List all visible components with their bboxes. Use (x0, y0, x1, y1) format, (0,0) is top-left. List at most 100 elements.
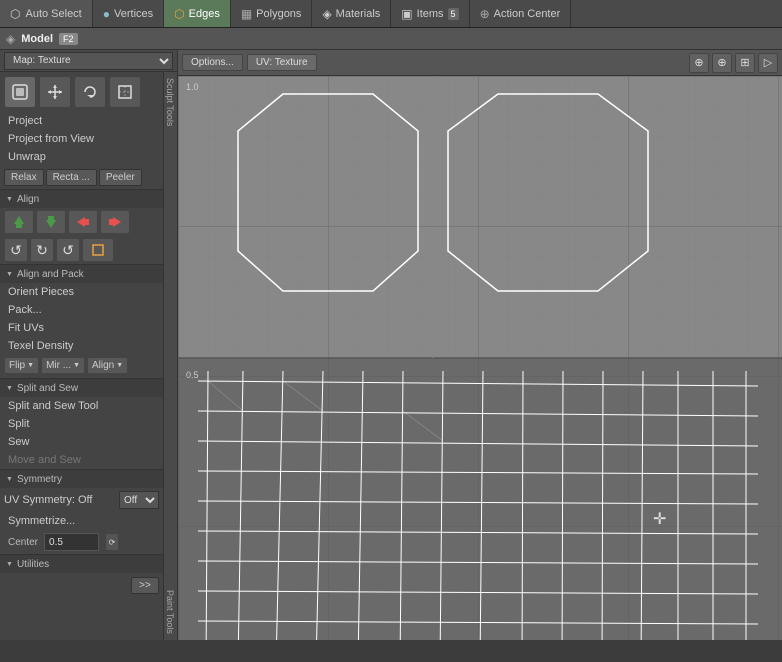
topbar-item-items[interactable]: ▣ Items 5 (391, 0, 469, 27)
map-row: Map: Texture Map: UV (0, 50, 177, 72)
topbar-item-vertices[interactable]: ● Vertices (93, 0, 164, 27)
recta-button[interactable]: Recta ... (46, 169, 97, 186)
rotate-buttons-row: ↺ ↻ ↺ (0, 236, 163, 264)
options-button[interactable]: Options... (182, 54, 243, 71)
split-sew-header[interactable]: ▼ Split and Sew (0, 379, 163, 397)
align-triangle: ▼ (6, 196, 13, 203)
action-center-icon: ⊕ (480, 7, 490, 21)
align-section-header[interactable]: ▼ Align (0, 190, 163, 208)
expand-button[interactable]: >> (131, 577, 159, 594)
topbar-item-auto-select[interactable]: ⬡ Auto Select (0, 0, 93, 27)
sew-item[interactable]: Sew (0, 433, 163, 451)
utilities-section: ▼ Utilities >> (0, 555, 163, 598)
sculpt-tools-tab[interactable]: Sculpt Tools (164, 72, 177, 132)
split-sew-label: Split and Sew (17, 383, 78, 394)
tool-icon-move[interactable] (39, 76, 71, 108)
tool-icons-row (0, 72, 163, 112)
edges-label: Edges (189, 8, 220, 20)
topbar-item-polygons[interactable]: ▦ Polygons (231, 0, 313, 27)
topbar: ⬡ Auto Select ● Vertices ⬡ Edges ▦ Polyg… (0, 0, 782, 28)
utilities-header[interactable]: ▼ Utilities (0, 555, 163, 573)
center-input[interactable] (44, 533, 99, 551)
map-select[interactable]: Map: Texture Map: UV (4, 52, 173, 70)
uv-svg: ✛ 1.0 0.5 0 0.5 1.0 (178, 76, 782, 640)
split-item[interactable]: Split (0, 415, 163, 433)
uv-symmetry-select[interactable]: OffOn (119, 491, 159, 509)
align-down-btn[interactable] (36, 210, 66, 234)
align-pack-triangle: ▼ (6, 271, 13, 278)
uv-canvas[interactable]: ✛ 1.0 0.5 0 0.5 1.0 (178, 76, 782, 640)
rotate-cw-1-btn[interactable]: ↻ (30, 238, 54, 262)
align-pack-section: ▼ Align and Pack Orient Pieces Pack... F… (0, 265, 163, 379)
align-right-btn[interactable] (100, 210, 130, 234)
topbar-item-edges[interactable]: ⬡ Edges (164, 0, 231, 27)
rotate-ccw-2-btn[interactable]: ↺ (56, 238, 80, 262)
symmetry-section: ▼ Symmetry UV Symmetry: Off OffOn Symmet… (0, 470, 163, 555)
align-dropdown[interactable]: Align ▼ (87, 357, 128, 374)
left-panel: Map: Texture Map: UV (0, 50, 178, 640)
vt-fit-icon[interactable]: ⊞ (735, 53, 755, 73)
paint-tools-tab[interactable]: Paint Tools (164, 584, 177, 640)
polygons-label: Polygons (256, 8, 301, 20)
center-stepper[interactable]: ⟳ (105, 533, 119, 551)
align-pack-header[interactable]: ▼ Align and Pack (0, 265, 163, 283)
align-header-label: Align (17, 194, 39, 205)
rotate-square-btn[interactable] (82, 238, 114, 262)
relax-button[interactable]: Relax (4, 169, 44, 186)
vt-icons-right: ⊕ ⊕ ⊞ ▷ (689, 53, 778, 73)
flip-mir-align-row: Flip ▼ Mir ... ▼ Align ▼ (0, 355, 163, 378)
vert-tabs: Sculpt Tools Paint Tools (163, 72, 177, 640)
model-icon: ◈ (6, 32, 15, 46)
cursor-icon: ⬡ (10, 7, 20, 21)
project-from-view-item[interactable]: Project from View (0, 130, 163, 148)
vertices-label: Vertices (114, 8, 153, 20)
viewport-toolbar: Options... UV: Texture ⊕ ⊕ ⊞ ▷ (178, 50, 782, 76)
polygons-icon: ▦ (241, 7, 252, 21)
uv-symmetry-label: UV Symmetry: Off (4, 494, 115, 506)
tool-icon-select[interactable] (4, 76, 36, 108)
topbar-item-action-center[interactable]: ⊕ Action Center (470, 0, 572, 27)
topbar-item-materials[interactable]: ◈ Materials (312, 0, 391, 27)
align-up-btn[interactable] (4, 210, 34, 234)
vt-search-icon[interactable]: ⊕ (689, 53, 709, 73)
align-left-btn[interactable] (68, 210, 98, 234)
flip-dropdown[interactable]: Flip ▼ (4, 357, 39, 374)
flip-arrow: ▼ (27, 362, 34, 369)
svg-text:1.0: 1.0 (186, 82, 199, 92)
symmetry-triangle: ▼ (6, 476, 13, 483)
panel-content-wrapper: Project Project from View Unwrap Relax R… (0, 72, 177, 640)
split-sew-tool-item[interactable]: Split and Sew Tool (0, 397, 163, 415)
relax-buttons: Relax Recta ... Peeler (0, 166, 163, 189)
vertices-icon: ● (103, 7, 110, 21)
utilities-label: Utilities (17, 559, 49, 570)
fit-uvs-item[interactable]: Fit UVs (0, 319, 163, 337)
materials-label: Materials (336, 8, 381, 20)
align-arrow: ▼ (116, 362, 123, 369)
model-badge: F2 (59, 33, 78, 45)
rotate-ccw-1-btn[interactable]: ↺ (4, 238, 28, 262)
vt-zoom-icon[interactable]: ⊕ (712, 53, 732, 73)
mir-dropdown[interactable]: Mir ... ▼ (41, 357, 85, 374)
project-item[interactable]: Project (0, 112, 163, 130)
vt-arrow-icon[interactable]: ▷ (758, 53, 778, 73)
materials-icon: ◈ (322, 7, 331, 21)
symmetry-header[interactable]: ▼ Symmetry (0, 470, 163, 488)
viewport: Options... UV: Texture ⊕ ⊕ ⊞ ▷ (178, 50, 782, 640)
pack-item[interactable]: Pack... (0, 301, 163, 319)
action-center-label: Action Center (494, 8, 561, 20)
tool-icon-scale[interactable] (109, 76, 141, 108)
unwrap-item[interactable]: Unwrap (0, 148, 163, 166)
symmetry-label: Symmetry (17, 474, 62, 485)
tool-icon-rotate[interactable] (74, 76, 106, 108)
items-badge: 5 (448, 8, 459, 20)
expand-button-row: >> (0, 573, 163, 598)
texel-density-item[interactable]: Texel Density (0, 337, 163, 355)
auto-select-label: Auto Select (25, 8, 81, 20)
peeler-button[interactable]: Peeler (99, 169, 142, 186)
orient-pieces-item[interactable]: Orient Pieces (0, 283, 163, 301)
symmetrize-item[interactable]: Symmetrize... (0, 512, 163, 530)
align-section: ▼ Align (0, 190, 163, 265)
svg-text:✛: ✛ (653, 511, 666, 528)
uv-texture-button[interactable]: UV: Texture (247, 54, 317, 71)
align-dir-buttons (0, 208, 163, 236)
